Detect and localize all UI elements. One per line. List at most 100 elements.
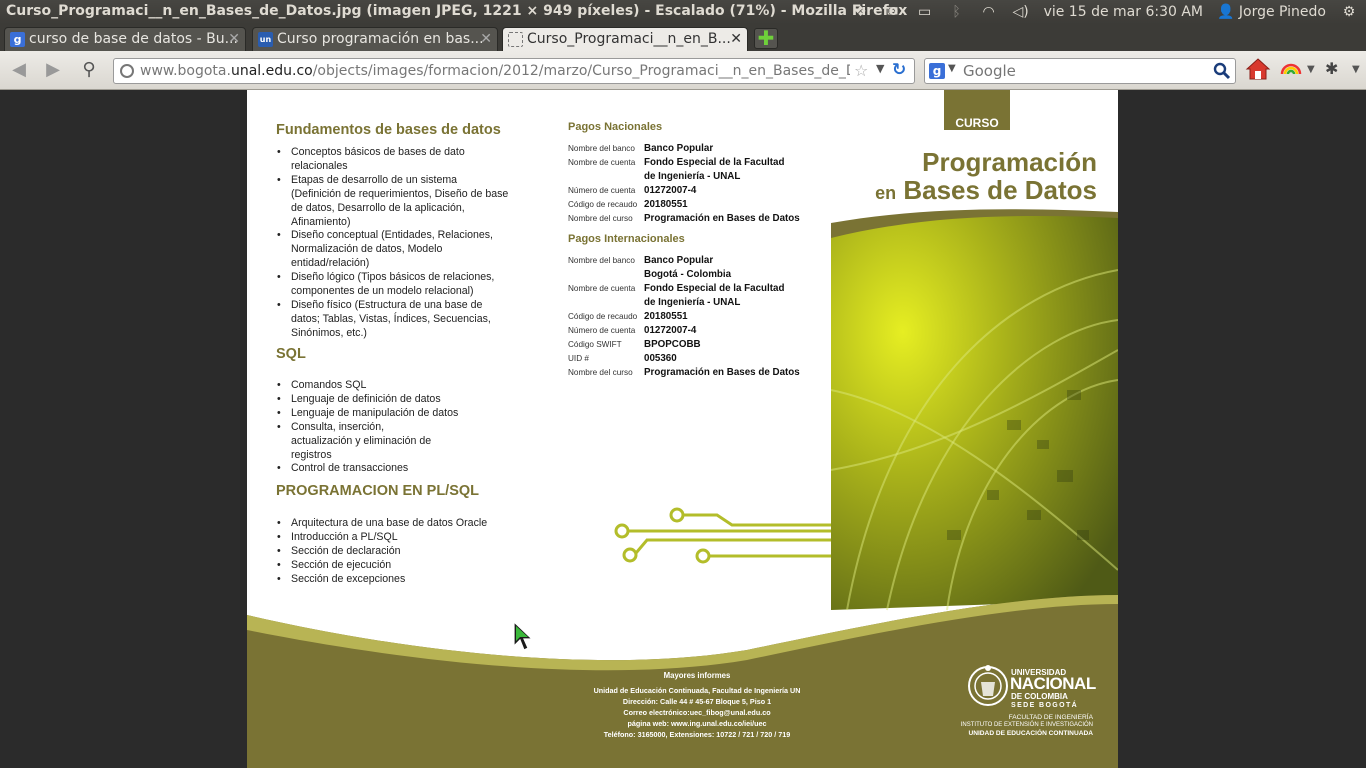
curso-tag: CURSO: [944, 90, 1010, 130]
rainbow-addon-icon[interactable]: [1280, 61, 1302, 75]
user-icon: 👤: [1216, 4, 1235, 20]
url-text[interactable]: www.bogota.unal.edu.co/objects/images/fo…: [140, 63, 850, 79]
pay-value: 20180551: [644, 311, 688, 322]
history-icon: ⚲: [82, 59, 96, 80]
pay-label: Nombre del banco: [568, 144, 635, 153]
pay-value: Fondo Especial de la Facultad de Ingenie…: [644, 157, 785, 182]
logo-line3: DE COLOMBIA: [1011, 692, 1068, 701]
pay-value: 005360: [644, 353, 677, 364]
cover-title-en: en: [875, 183, 897, 203]
pay-label: Nombre del curso: [568, 368, 633, 377]
google-favicon-icon: g: [10, 32, 25, 47]
list-item: Lenguaje de manipulación de datos: [277, 407, 509, 421]
globe-icon: [120, 64, 134, 78]
tab-label: Curso_Programaci__n_en_B...: [527, 31, 731, 47]
pay-label: Código de recaudo: [568, 312, 638, 321]
settings-gear-icon[interactable]: ⚙: [1340, 4, 1358, 20]
wifi-icon[interactable]: ◠: [980, 4, 998, 20]
pay-row: Nombre del banco Banco Popular: [568, 142, 808, 156]
close-tab-icon[interactable]: ✕: [480, 28, 492, 50]
magnifier-icon[interactable]: [1213, 62, 1231, 80]
bookmark-star-icon[interactable]: ☆: [854, 61, 868, 80]
list-item: Control de transacciones: [277, 462, 509, 476]
dropbox-icon[interactable]: ❖: [852, 4, 870, 20]
tab-label: Curso programación en bas...: [277, 31, 484, 47]
footer-contact: Mayores informes Unidad de Educación Con…: [547, 670, 847, 740]
university-seal-icon: [968, 665, 1008, 706]
pay-value: Programación en Bases de Datos: [644, 367, 800, 378]
forward-button[interactable]: ▶: [40, 59, 66, 81]
tab-search-results[interactable]: g curso de base de datos - Bu... ✕: [4, 27, 246, 51]
home-icon[interactable]: [1245, 57, 1271, 81]
top-panel: Curso_Programaci__n_en_Bases_de_Datos.jp…: [0, 0, 1366, 24]
pay-value: Programación en Bases de Datos: [644, 213, 800, 224]
pay-value: 20180551: [644, 199, 688, 210]
plus-icon: ✚: [757, 26, 775, 50]
indicator-area: ❖ ✉ ▭ ᛒ ◠ ◁) vie 15 de mar 6:30 AM 👤 Jor…: [852, 0, 1358, 24]
list-item: Sección de excepciones: [277, 573, 509, 587]
close-tab-icon[interactable]: ✕: [730, 28, 742, 50]
search-input[interactable]: [963, 62, 1203, 80]
pay-row: Número de cuenta 01272007-4: [568, 184, 808, 198]
section-sql-title: SQL: [276, 346, 306, 362]
logo-unit: UNIDAD DE EDUCACIÓN CONTINUADA: [968, 730, 1093, 737]
back-arrow-icon: ◀: [12, 59, 26, 80]
pay-value: Banco Popular: [644, 143, 714, 154]
mouse-pointer-icon: [513, 620, 534, 651]
back-button[interactable]: ◀: [6, 59, 32, 81]
footer-line: Correo electrónico:uec_fibog@unal.edu.co: [623, 708, 771, 717]
volume-icon[interactable]: ◁): [1012, 4, 1030, 20]
history-button[interactable]: ⚲: [76, 59, 102, 81]
list-item: Consulta, inserción, actualización y eli…: [277, 421, 447, 463]
pay-row: Nombre de cuenta Fondo Especial de la Fac…: [568, 156, 808, 184]
logo-faculty: FACULTAD DE INGENIERÍA: [1008, 714, 1093, 721]
pay-row: Nombre del curso Programación en Bases de…: [568, 366, 808, 380]
image-favicon-icon: [508, 32, 523, 47]
bluetooth-icon[interactable]: ᛒ: [948, 4, 966, 20]
cover-title-bases: Bases de Datos: [903, 175, 1097, 205]
list-item: Introducción a PL/SQL: [277, 531, 509, 545]
pay-row: Código de recaudo 20180551: [568, 198, 808, 212]
url-dropdown-icon[interactable]: ▼: [876, 62, 884, 75]
pay-row: Código de recaudo 20180551: [568, 310, 808, 324]
pay-label: Nombre del banco: [568, 256, 635, 265]
user-menu[interactable]: 👤 Jorge Pinedo: [1217, 4, 1326, 20]
mail-icon[interactable]: ✉: [884, 4, 902, 20]
university-logo: UNIVERSIDAD NACIONAL DE COLOMBIA SEDE BO…: [947, 658, 1097, 758]
pay-row: Nombre del curso Programación en Bases de…: [568, 212, 808, 226]
tab-image-active[interactable]: Curso_Programaci__n_en_B... ✕: [502, 27, 748, 51]
window-title: Curso_Programaci__n_en_Bases_de_Datos.jp…: [6, 3, 908, 19]
sql-list: Comandos SQL Lenguaje de definición de d…: [277, 379, 509, 476]
unal-favicon-icon: un: [258, 32, 273, 47]
list-item: Diseño físico (Estructura de una base de…: [277, 299, 509, 341]
addon-dropdown-icon[interactable]: ▼: [1352, 64, 1360, 75]
user-name: Jorge Pinedo: [1238, 4, 1326, 20]
section-fundamentos-title: Fundamentos de bases de datos: [276, 122, 501, 138]
pagos-internacionales-table: Nombre del banco Banco Popular Bogotá - C…: [568, 254, 808, 380]
section-plsql-title: PROGRAMACION EN PL/SQL: [276, 483, 480, 499]
pay-label: Número de cuenta: [568, 326, 636, 335]
list-item: Diseño lógico (Tipos básicos de relacion…: [277, 271, 509, 299]
list-item: Sección de ejecución: [277, 559, 509, 573]
close-tab-icon[interactable]: ✕: [228, 28, 240, 50]
google-engine-icon[interactable]: g: [929, 63, 945, 79]
search-bar[interactable]: g ▼: [924, 58, 1236, 84]
footer-line: Teléfono: 3165000, Extensiones: 10722 / …: [603, 730, 791, 739]
url-bar[interactable]: www.bogota.unal.edu.co/objects/images/fo…: [113, 58, 915, 84]
battery-icon[interactable]: ▭: [916, 4, 934, 20]
tab-strip: g curso de base de datos - Bu... ✕ un Cu…: [0, 24, 1366, 51]
reload-icon[interactable]: ↻: [892, 60, 906, 80]
navigation-bar: ◀ ▶ ⚲ www.bogota.unal.edu.co/objects/ima…: [0, 51, 1366, 90]
footer-line: página web: www.ing.unal.edu.co/iei/uec: [627, 719, 767, 728]
addon-dropdown-icon[interactable]: ▼: [1307, 64, 1315, 75]
list-item: Diseño conceptual (Entidades, Relaciones…: [277, 229, 509, 271]
bug-addon-icon[interactable]: ✱: [1325, 59, 1338, 78]
logo-line4: SEDE BOGOTÁ: [1011, 702, 1079, 709]
datetime[interactable]: vie 15 de mar 6:30 AM: [1044, 4, 1203, 20]
new-tab-button[interactable]: ✚: [754, 28, 778, 49]
cover-title: Programación en Bases de Datos: [837, 148, 1097, 207]
engine-dropdown-icon[interactable]: ▼: [948, 63, 956, 74]
tab-unal-course[interactable]: un Curso programación en bas... ✕: [252, 27, 498, 51]
list-item: Arquitectura de una base de datos Oracle: [277, 517, 509, 531]
pay-value: BPOPCOBB: [644, 339, 701, 350]
